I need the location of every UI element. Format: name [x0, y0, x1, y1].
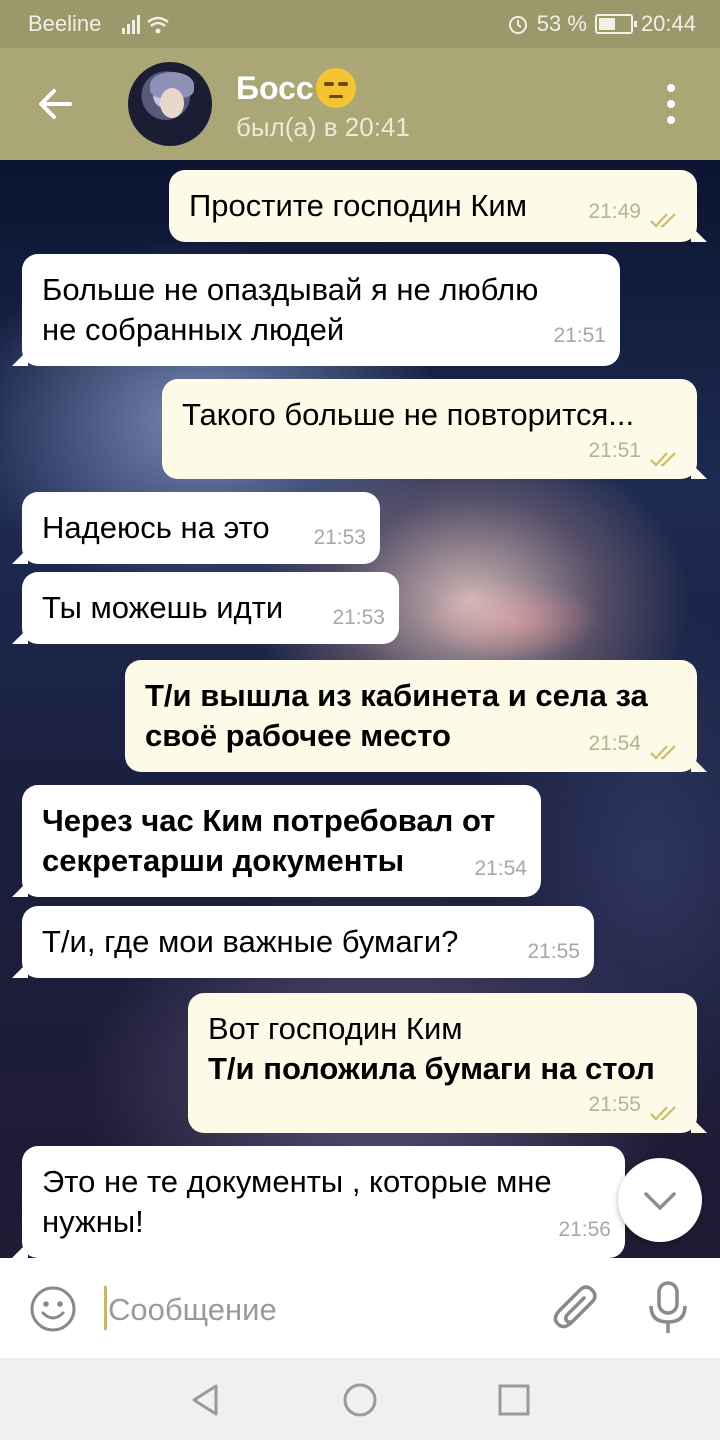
message-bubble-incoming[interactable]: Больше не опаздывай я не люблю не собран…: [12, 254, 620, 366]
message-time: 21:54: [588, 732, 641, 755]
back-arrow-icon[interactable]: [30, 78, 82, 130]
signal-wifi-icon: [122, 15, 169, 34]
message-bubble-outgoing[interactable]: Простите господин Ким 21:49: [169, 170, 707, 242]
message-text-line: Т/и вышла из кабинета и села за: [145, 678, 648, 713]
message-time: 21:55: [527, 940, 580, 963]
alarm-icon: [508, 16, 527, 34]
more-vertical-icon[interactable]: [658, 84, 684, 124]
battery-percent: 53 %: [536, 11, 587, 36]
status-bar: Beeline 53 % 20:44: [0, 0, 720, 48]
message-text-line: Это не те документы , которые мне: [42, 1164, 552, 1199]
message-text-line: Вот господин Ким: [208, 1011, 463, 1046]
chevron-down-icon: [644, 1192, 676, 1210]
nav-back-icon[interactable]: [188, 1382, 224, 1418]
contact-name[interactable]: Босс: [236, 68, 356, 108]
chat-area[interactable]: Простите господин Ким 21:49 Больше не оп…: [0, 160, 720, 1258]
message-time: 21:53: [313, 526, 366, 549]
text-caret: [104, 1286, 107, 1330]
scroll-down-button[interactable]: [618, 1158, 702, 1242]
message-input[interactable]: Сообщение: [108, 1292, 277, 1328]
nav-recents-icon[interactable]: [496, 1382, 532, 1418]
contact-name-text: Босс: [236, 69, 314, 106]
message-bubble-incoming[interactable]: Т/и, где мои важные бумаги? 21:55: [12, 906, 594, 978]
message-text: Такого больше не повторится...: [182, 397, 635, 432]
message-text-line: Больше не опаздывай я не люблю: [42, 272, 539, 307]
double-check-icon: [650, 452, 676, 467]
unamused-face-emoji-icon: [315, 68, 356, 108]
carrier-name: Beeline: [28, 11, 102, 36]
message-time: 21:54: [474, 857, 527, 880]
message-text: Простите господин Ким: [189, 188, 528, 223]
message-time: 21:55: [588, 1093, 641, 1116]
message-bubble-outgoing[interactable]: Т/и вышла из кабинета и села за своё раб…: [125, 660, 707, 772]
message-text-line: Через час Ким потребовал от: [42, 803, 496, 838]
double-check-icon: [650, 745, 676, 760]
status-right: 53 % 20:44: [507, 11, 696, 37]
message-time: 21:56: [558, 1218, 611, 1241]
message-bubble-incoming[interactable]: Надеюсь на это 21:53: [12, 492, 380, 564]
message-text-line: Т/и положила бумаги на стол: [208, 1051, 655, 1086]
message-time: 21:53: [332, 606, 385, 629]
double-check-icon: [650, 1106, 676, 1121]
last-seen-status: был(а) в 20:41: [236, 112, 410, 142]
system-navigation-bar: [0, 1358, 720, 1440]
message-time: 21:51: [588, 439, 641, 462]
message-time: 21:49: [588, 200, 641, 223]
chat-header: Босс был(а) в 20:41: [0, 48, 720, 160]
message-bubble-incoming[interactable]: Через час Ким потребовал от секретарши д…: [12, 785, 541, 897]
message-text-line: секретарши документы: [42, 843, 405, 878]
message-text-line: не собранных людей: [42, 312, 345, 347]
message-bubble-outgoing[interactable]: Такого больше не повторится... 21:51: [162, 379, 707, 479]
double-check-icon: [650, 213, 676, 228]
smiley-icon[interactable]: [28, 1284, 78, 1334]
avatar[interactable]: [128, 62, 212, 146]
message-bubble-incoming[interactable]: Это не те документы , которые мне нужны!…: [12, 1146, 625, 1258]
message-input-bar: Сообщение: [0, 1258, 720, 1358]
message-text-line: нужны!: [42, 1204, 144, 1239]
message-bubble-incoming[interactable]: Ты можешь идти 21:53: [12, 572, 399, 644]
nav-home-icon[interactable]: [342, 1382, 378, 1418]
message-bubble-outgoing[interactable]: Вот господин Ким Т/и положила бумаги на …: [188, 993, 707, 1133]
clock: 20:44: [640, 11, 696, 36]
message-text: Ты можешь идти: [42, 590, 284, 625]
message-time: 21:51: [553, 324, 606, 347]
message-text: Надеюсь на это: [42, 510, 270, 545]
microphone-icon[interactable]: [646, 1280, 690, 1336]
paperclip-icon[interactable]: [552, 1282, 602, 1336]
message-text: Т/и, где мои важные бумаги?: [42, 924, 459, 959]
battery-icon: [594, 14, 637, 34]
